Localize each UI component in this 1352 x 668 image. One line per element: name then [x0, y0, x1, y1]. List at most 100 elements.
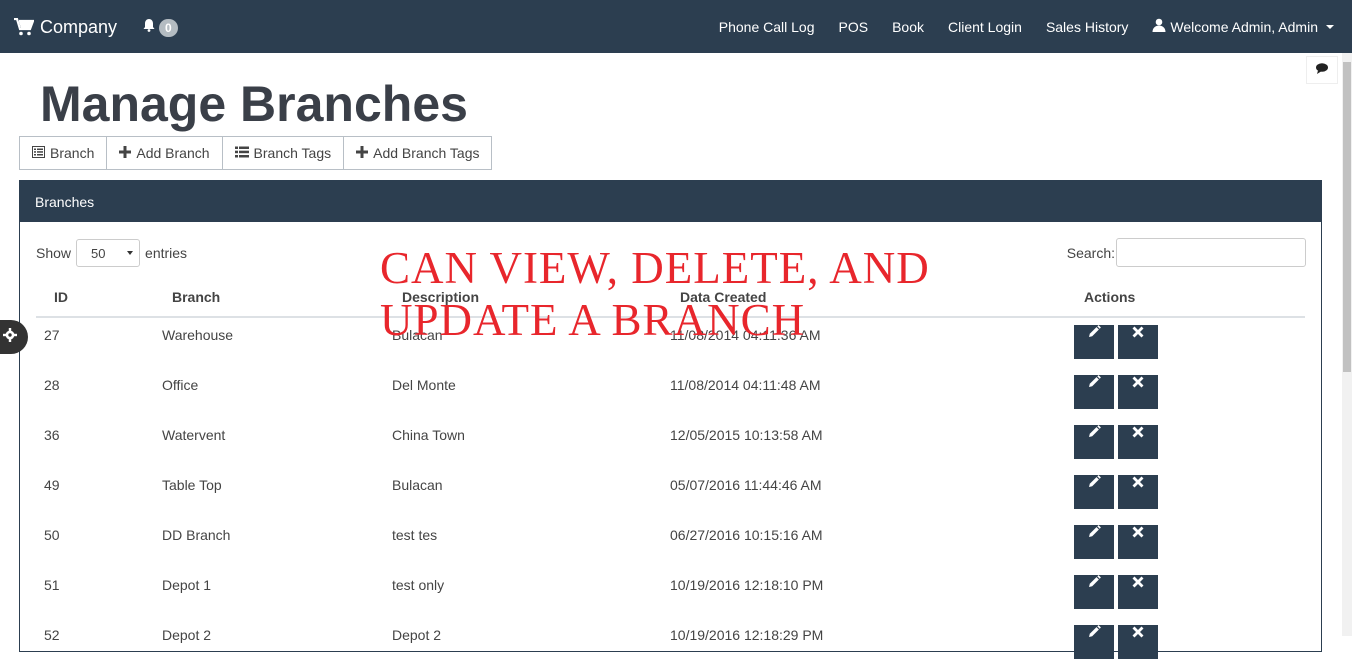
edit-button[interactable]	[1074, 475, 1114, 509]
remove-icon	[1132, 375, 1144, 391]
edit-button[interactable]	[1074, 425, 1114, 459]
nav-client-login[interactable]: Client Login	[936, 19, 1034, 35]
entries-length-control: Show 50 entries	[36, 239, 187, 267]
show-label: Show	[36, 245, 72, 261]
bell-icon	[142, 18, 156, 37]
top-navbar: Company 0 Phone Call Log POS Book Client…	[0, 0, 1352, 53]
delete-button[interactable]	[1118, 575, 1158, 609]
plus-icon	[356, 145, 369, 161]
branch-toolbar: Branch Add Branch Branch Tags Add Branch…	[19, 136, 493, 170]
nav-phone-call-log[interactable]: Phone Call Log	[707, 19, 827, 35]
user-menu-label: Welcome Admin, Admin	[1170, 18, 1318, 35]
table-header: ID Branch Description Data Created Actio…	[36, 281, 1305, 318]
notifications[interactable]: 0	[142, 18, 178, 37]
brand-name: Company	[40, 16, 118, 37]
delete-button[interactable]	[1118, 425, 1158, 459]
branch-list-button[interactable]: Branch	[19, 136, 108, 170]
entries-value: 50	[91, 245, 106, 261]
remove-icon	[1132, 575, 1144, 591]
pencil-icon	[1087, 575, 1101, 592]
entries-select[interactable]: 50	[76, 239, 141, 267]
column-header-actions: Actions	[1084, 289, 1136, 305]
remove-icon	[1132, 475, 1144, 491]
table-body: 27 Warehouse Bulacan 11/08/2014 04:11:36 AM…	[36, 318, 1305, 668]
user-icon	[1152, 18, 1166, 35]
shopping-cart-icon	[14, 18, 34, 36]
nav-pos[interactable]: POS	[827, 19, 881, 35]
user-menu[interactable]: Welcome Admin, Admin	[1140, 18, 1346, 35]
cell-description: China Town	[392, 427, 465, 443]
table-row: 51 Depot 1 test only 10/19/2016 12:18:10 PM	[36, 568, 1305, 618]
cell-id: 36	[44, 427, 60, 443]
branches-panel: Branches Show 50 entries Search: ID Bran…	[19, 180, 1322, 659]
cell-branch: Warehouse	[162, 327, 234, 343]
page-scrollbar[interactable]	[1342, 53, 1352, 636]
cell-id: 28	[44, 377, 60, 393]
comment-icon	[1316, 61, 1328, 79]
search-input[interactable]	[1116, 238, 1306, 267]
delete-button[interactable]	[1118, 375, 1158, 409]
page-title: Manage Branches	[40, 76, 468, 132]
pencil-icon	[1087, 375, 1101, 392]
cell-date-created: 11/08/2014 04:11:48 AM	[670, 377, 821, 393]
pencil-icon	[1087, 525, 1101, 542]
column-header-branch[interactable]: Branch	[172, 281, 220, 314]
table-row: 50 DD Branch test tes 06/27/2016 10:15:16 A…	[36, 518, 1305, 568]
cell-id: 51	[44, 577, 60, 593]
scrollbar-thumb[interactable]	[1343, 62, 1351, 372]
branch-tags-button[interactable]: Branch Tags	[221, 136, 345, 170]
add-branch-tags-label: Add Branch Tags	[373, 145, 480, 161]
cell-branch: Depot 1	[162, 577, 212, 593]
branch-tags-label: Branch Tags	[253, 145, 332, 161]
column-header-description[interactable]: Description	[402, 281, 479, 314]
cell-description: Bulacan	[392, 327, 443, 343]
cell-description: Bulacan	[392, 477, 443, 493]
remove-icon	[1132, 425, 1144, 441]
branch-list-label: Branch	[50, 145, 95, 161]
cell-date-created: 05/07/2016 11:44:46 AM	[670, 477, 822, 493]
remove-icon	[1132, 625, 1144, 641]
add-branch-button[interactable]: Add Branch	[106, 136, 223, 170]
add-branch-label: Add Branch	[136, 145, 210, 161]
chat-button[interactable]	[1306, 56, 1338, 84]
pencil-icon	[1087, 625, 1101, 642]
pencil-icon	[1087, 325, 1101, 342]
cell-date-created: 11/08/2014 04:11:36 AM	[670, 327, 821, 343]
edit-button[interactable]	[1074, 525, 1114, 559]
column-header-id[interactable]: ID	[54, 281, 68, 314]
table-row: 27 Warehouse Bulacan 11/08/2014 04:11:36 AM	[36, 318, 1305, 368]
remove-icon	[1132, 525, 1144, 541]
edit-button[interactable]	[1074, 625, 1114, 659]
cell-description: Depot 2	[392, 627, 442, 643]
cell-branch: DD Branch	[162, 527, 231, 543]
edit-button[interactable]	[1074, 375, 1114, 409]
cell-date-created: 10/19/2016 12:18:29 PM	[670, 627, 824, 643]
cell-branch: Office	[162, 377, 199, 393]
cell-id: 49	[44, 477, 60, 493]
table-search: Search:	[1067, 238, 1306, 267]
add-branch-tags-button[interactable]: Add Branch Tags	[343, 136, 493, 170]
table-row: 36 Watervent China Town 12/05/2015 10:13:58…	[36, 418, 1305, 468]
pencil-icon	[1087, 425, 1101, 442]
delete-button[interactable]	[1118, 475, 1158, 509]
edit-button[interactable]	[1074, 575, 1114, 609]
pencil-icon	[1087, 475, 1101, 492]
panel-heading: Branches	[20, 181, 1321, 222]
delete-button[interactable]	[1118, 525, 1158, 559]
gear-icon	[3, 327, 17, 347]
notification-count-badge: 0	[159, 18, 178, 37]
cell-description: test tes	[392, 527, 438, 543]
table-row: 49 Table Top Bulacan 05/07/2016 11:44:46 AM	[36, 468, 1305, 518]
column-header-date-created[interactable]: Data Created	[680, 281, 766, 314]
delete-button[interactable]	[1118, 325, 1158, 359]
table-row: 52 Depot 2 Depot 2 10/19/2016 12:18:29 PM	[36, 618, 1305, 668]
nav-book[interactable]: Book	[880, 19, 936, 35]
delete-button[interactable]	[1118, 625, 1158, 659]
cell-branch: Depot 2	[162, 627, 212, 643]
nav-sales-history[interactable]: Sales History	[1034, 19, 1140, 35]
caret-down-icon	[1326, 24, 1334, 29]
list-icon	[234, 145, 249, 161]
cell-description: test only	[392, 577, 445, 593]
edit-button[interactable]	[1074, 325, 1114, 359]
brand-link[interactable]: Company	[14, 14, 117, 40]
